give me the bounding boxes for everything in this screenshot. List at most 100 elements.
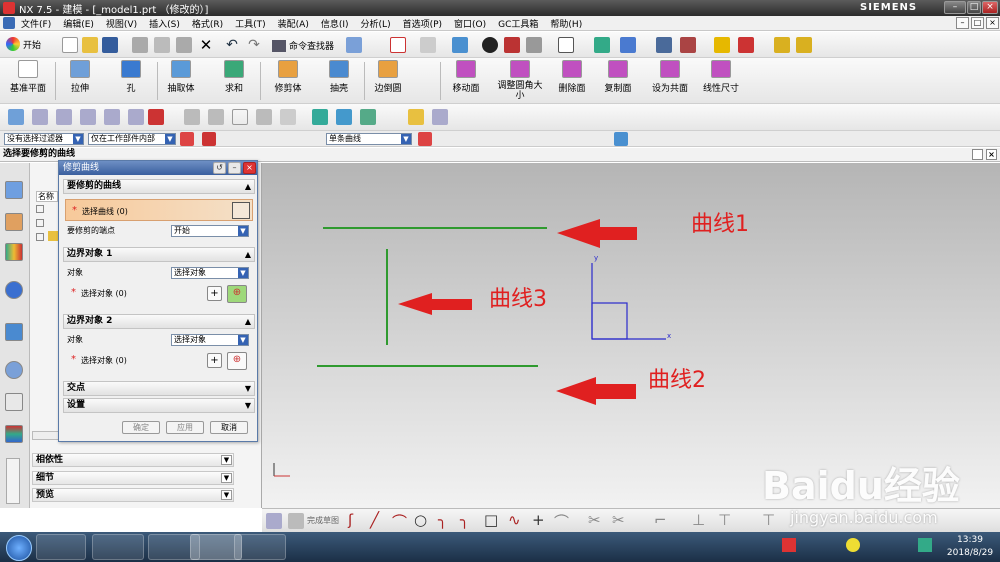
minimize-icon[interactable]: –	[944, 1, 966, 14]
sync-replace-icon[interactable]	[232, 109, 248, 125]
feature-button[interactable]: 设为共面	[644, 60, 696, 94]
feature-button[interactable]: 孔	[105, 60, 157, 94]
taskbar-refresh-app-icon[interactable]	[234, 534, 286, 560]
circle-icon[interactable]: ○	[414, 511, 427, 529]
feature-button[interactable]: 抽取体	[155, 60, 207, 94]
paste-icon[interactable]	[176, 37, 192, 53]
history-icon[interactable]	[5, 361, 23, 379]
tree-expand-icon[interactable]	[36, 219, 44, 227]
make-corner-icon[interactable]: ⌐	[654, 511, 667, 529]
dialog-close-icon[interactable]: ×	[243, 162, 256, 174]
wireframe-icon[interactable]	[526, 37, 542, 53]
stop-at-intersection-icon[interactable]	[418, 132, 432, 146]
quick-trim-icon[interactable]: ✂	[588, 511, 601, 529]
menu-item[interactable]: 装配(A)	[272, 17, 315, 30]
offset-curve-icon[interactable]: ⌒	[554, 511, 569, 532]
tree-expand-icon[interactable]	[36, 233, 44, 241]
doc-close-icon[interactable]: ×	[986, 17, 999, 29]
new-icon[interactable]	[62, 37, 78, 53]
fit-view-icon[interactable]	[390, 37, 406, 53]
work-layer-icon[interactable]	[594, 37, 610, 53]
roles-icon[interactable]	[5, 425, 23, 443]
type-filter-select[interactable]: 没有选择过滤器 ▼	[4, 133, 84, 145]
crosshair-icon[interactable]: ⊕	[227, 352, 247, 370]
background-icon[interactable]	[558, 37, 574, 53]
feature-button[interactable]: 线性尺寸	[695, 60, 747, 94]
assembly-navigator-icon[interactable]	[5, 181, 23, 199]
delete-icon[interactable]: ✕	[198, 37, 214, 53]
tray-shield-icon[interactable]	[918, 538, 932, 552]
filter-icon[interactable]	[180, 132, 194, 146]
command-finder-button[interactable]: 命令查找器	[272, 39, 334, 52]
menu-item[interactable]: 视图(V)	[100, 17, 143, 30]
menu-item[interactable]: 信息(I)	[315, 17, 355, 30]
finish-sketch-label[interactable]: 完成草图	[307, 515, 339, 526]
feature-button[interactable]: 调整圆角大小	[494, 60, 546, 101]
resource-bar-scroll[interactable]	[6, 458, 20, 504]
view-orient-icon[interactable]	[452, 37, 468, 53]
profile-icon[interactable]: ʃ	[348, 511, 353, 529]
navigator-panel-header[interactable]: 相依性 ▼	[32, 453, 234, 467]
menu-item[interactable]: 帮助(H)	[544, 17, 588, 30]
point-dialog-icon[interactable]: +	[207, 353, 222, 368]
chevron-down-icon[interactable]: ▼	[221, 490, 232, 500]
tray-plus-icon[interactable]	[846, 538, 860, 552]
render-style-icon[interactable]	[482, 37, 498, 53]
ok-button[interactable]: 确定	[122, 421, 160, 434]
reset-icon[interactable]: ↺	[213, 162, 226, 174]
taskbar-app-flower-icon[interactable]	[36, 534, 86, 560]
rectangle-icon[interactable]: □	[484, 511, 498, 529]
select-all-icon[interactable]	[336, 109, 352, 125]
draft-icon[interactable]	[104, 109, 120, 125]
panel-close-icon[interactable]: ×	[986, 149, 997, 160]
sync-group-icon[interactable]	[256, 109, 272, 125]
point-constructor-icon[interactable]	[614, 132, 628, 146]
panel-restore-icon[interactable]	[972, 149, 983, 160]
line-icon[interactable]: ╱	[370, 511, 379, 529]
point-icon[interactable]: +	[532, 511, 545, 529]
menu-item[interactable]: 文件(F)	[15, 17, 57, 30]
feature-button[interactable]: 移动面	[440, 60, 492, 94]
section-boundary-2[interactable]: 边界对象 2 ▲	[63, 314, 255, 329]
menu-item[interactable]: GC工具箱	[492, 17, 544, 30]
pattern-icon[interactable]	[148, 109, 164, 125]
shaded-icon[interactable]	[504, 37, 520, 53]
cut-icon[interactable]	[132, 37, 148, 53]
selection-filter-icon[interactable]	[312, 109, 328, 125]
finish-sketch-icon[interactable]	[288, 513, 304, 529]
menu-item[interactable]: 插入(S)	[143, 17, 186, 30]
menu-item[interactable]: 格式(R)	[186, 17, 229, 30]
feature-button[interactable]: 边倒圆	[362, 60, 414, 94]
snap-icon[interactable]	[714, 37, 730, 53]
measure-angle-icon[interactable]	[796, 37, 812, 53]
copy-icon[interactable]	[154, 37, 170, 53]
doc-restore-icon[interactable]: □	[971, 17, 984, 29]
point-dialog-icon[interactable]: +	[207, 286, 222, 301]
surface-icon[interactable]	[8, 109, 24, 125]
show-constraints-icon[interactable]: ⊤	[762, 511, 775, 529]
measure-icon[interactable]	[774, 37, 790, 53]
doc-minimize-icon[interactable]: –	[956, 17, 969, 29]
feature-button[interactable]: 复制面	[592, 60, 644, 94]
close-icon[interactable]: ×	[982, 1, 998, 14]
layer-settings-icon[interactable]	[656, 37, 672, 53]
windows-start-icon[interactable]	[6, 535, 32, 561]
endpoint-select[interactable]: 开始 ▼	[171, 225, 249, 237]
studio-spline-icon[interactable]: ∿	[508, 511, 521, 529]
cancel-button[interactable]: 取消	[210, 421, 248, 434]
chamfer-icon[interactable]	[80, 109, 96, 125]
part-navigator-icon-res[interactable]	[5, 243, 23, 261]
section-intersection[interactable]: 交点 ▼	[63, 381, 255, 396]
tray-s-icon[interactable]	[782, 538, 796, 552]
section-settings[interactable]: 设置 ▼	[63, 398, 255, 413]
save-icon[interactable]	[102, 37, 118, 53]
section-boundary-1[interactable]: 边界对象 1 ▲	[63, 247, 255, 262]
sweep-icon[interactable]	[32, 109, 48, 125]
sync-offset-icon[interactable]	[208, 109, 224, 125]
start-button[interactable]: 开始	[6, 37, 41, 51]
fillet-icon[interactable]: ╮	[438, 511, 447, 529]
menu-item[interactable]: 工具(T)	[229, 17, 272, 30]
move-object-icon[interactable]	[620, 37, 636, 53]
tree-expand-icon[interactable]	[36, 205, 44, 213]
selection-icon[interactable]	[346, 37, 362, 53]
